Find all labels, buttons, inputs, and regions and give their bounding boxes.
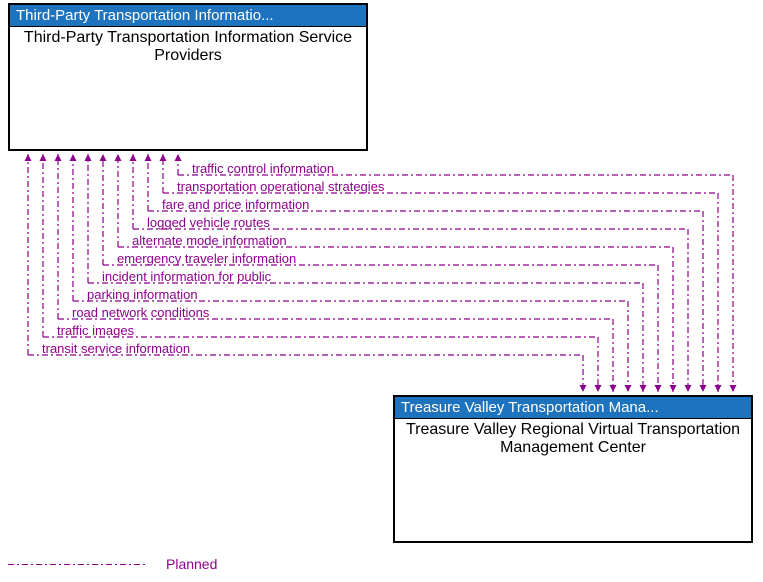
legend-planned-label: Planned bbox=[166, 556, 217, 572]
target-entity-title: Treasure Valley Regional Virtual Transpo… bbox=[395, 419, 751, 460]
flow-label: alternate mode information bbox=[132, 233, 287, 248]
source-entity-title: Third-Party Transportation Information S… bbox=[10, 27, 366, 68]
flow-label: incident information for public bbox=[102, 269, 271, 284]
target-entity-box: Treasure Valley Transportation Mana... T… bbox=[393, 395, 753, 543]
flow-label: emergency traveler information bbox=[117, 251, 296, 266]
source-entity-header: Third-Party Transportation Informatio... bbox=[10, 5, 366, 27]
flow-label: transportation operational strategies bbox=[177, 179, 384, 194]
flow-label: parking information bbox=[87, 287, 198, 302]
flow-label: traffic images bbox=[57, 323, 134, 338]
flow-label: fare and price information bbox=[162, 197, 309, 212]
legend-line-icon bbox=[8, 564, 148, 565]
source-entity-box: Third-Party Transportation Informatio...… bbox=[8, 3, 368, 151]
flow-label: traffic control information bbox=[192, 161, 334, 176]
target-entity-header: Treasure Valley Transportation Mana... bbox=[395, 397, 751, 419]
flow-label: logged vehicle routes bbox=[147, 215, 270, 230]
legend: Planned bbox=[8, 556, 217, 572]
flow-label: road network conditions bbox=[72, 305, 209, 320]
flow-label: transit service information bbox=[42, 341, 190, 356]
